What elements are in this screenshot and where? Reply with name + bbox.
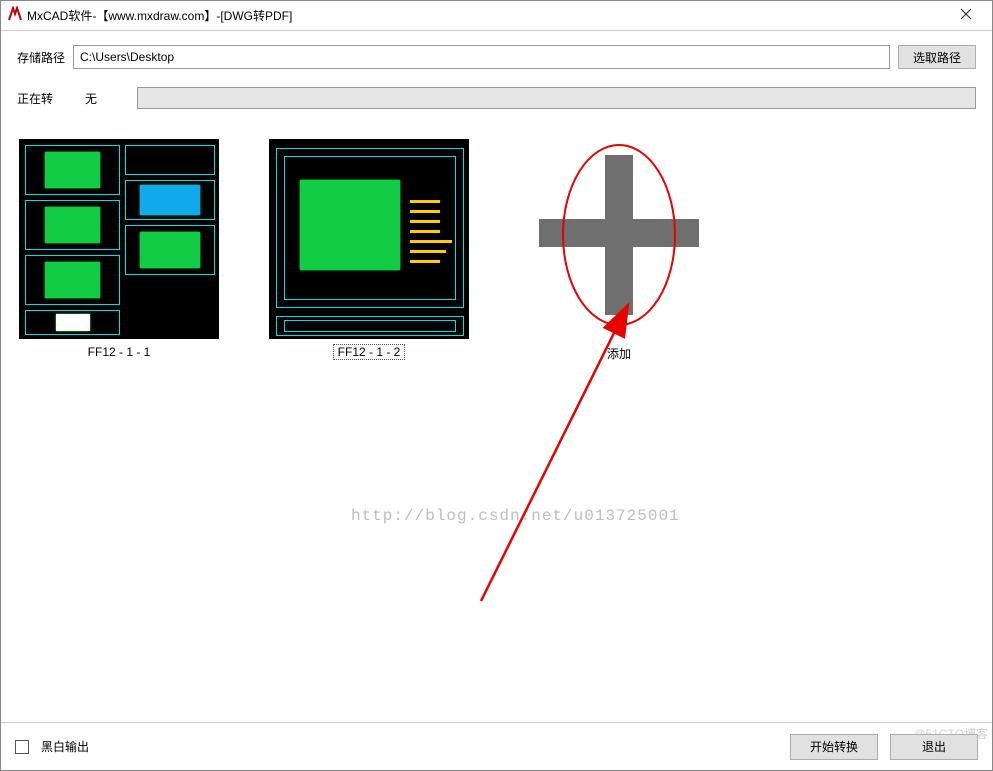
cad-preview-2 (269, 139, 469, 339)
thumbnail-label: FF12 - 1 - 1 (88, 345, 151, 359)
bw-output-checkbox[interactable] (15, 740, 29, 754)
add-icon-box (519, 139, 719, 339)
path-row: 存储路径 选取路径 (17, 45, 976, 69)
thumbnail-item[interactable]: FF12 - 1 - 2 (269, 139, 469, 679)
footer-bar: 黑白输出 开始转换 退出 (1, 722, 992, 770)
thumbnail-area: FF12 - 1 - 1 FF12 - 1 - 2 添 (1, 121, 992, 697)
close-button[interactable] (946, 7, 986, 25)
storage-path-input[interactable] (73, 45, 890, 69)
add-thumbnail[interactable]: 添加 (519, 139, 719, 679)
settings-panel: 存储路径 选取路径 正在转 无 (1, 31, 992, 121)
progress-bar (137, 87, 976, 109)
thumbnail-label: FF12 - 1 - 2 (334, 345, 405, 359)
titlebar: MxCAD软件-【www.mxdraw.com】-[DWG转PDF] (1, 1, 992, 31)
storage-path-label: 存储路径 (17, 49, 65, 66)
window-title: MxCAD软件-【www.mxdraw.com】-[DWG转PDF] (23, 7, 946, 24)
bw-output-label: 黑白输出 (41, 738, 89, 755)
plus-icon (519, 139, 719, 339)
exit-button[interactable]: 退出 (890, 734, 978, 760)
status-row: 正在转 无 (17, 87, 976, 109)
start-convert-button[interactable]: 开始转换 (790, 734, 878, 760)
converting-label: 正在转 (17, 90, 65, 107)
app-icon (7, 6, 23, 25)
cad-preview-1 (19, 139, 219, 339)
add-label: 添加 (607, 345, 631, 362)
converting-value: 无 (85, 90, 97, 107)
thumbnail-item[interactable]: FF12 - 1 - 1 (19, 139, 219, 679)
browse-button[interactable]: 选取路径 (898, 45, 976, 69)
